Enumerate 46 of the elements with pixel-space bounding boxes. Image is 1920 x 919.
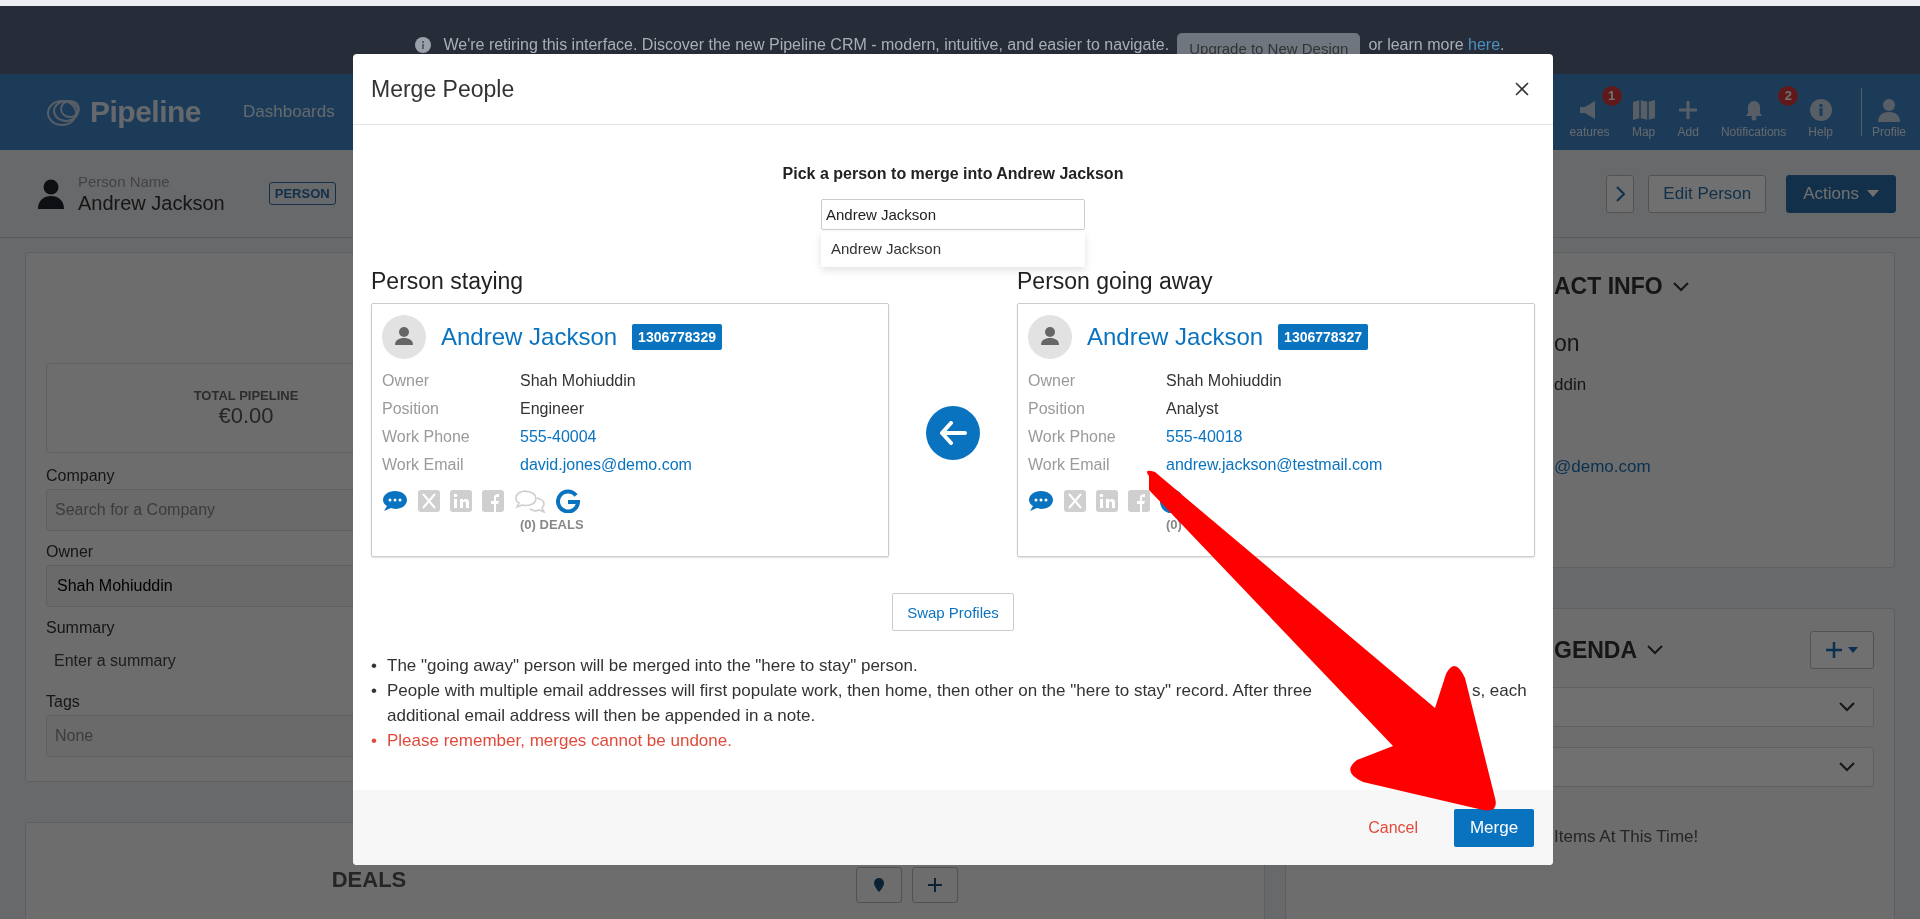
note-text: s, each [1471,680,1527,702]
learn-more-text: or learn more here. [1368,36,1505,54]
field-label: Owner [382,372,431,390]
column-heading: Person going away [1017,268,1214,295]
bullet: • [371,655,378,677]
warning-text: Please remember, merges cannot be undone. [387,730,732,752]
section-title: GENDA [1554,636,1638,664]
field-label: Work Phone [382,428,471,446]
section-title: ACT INFO [1554,273,1663,300]
field-label: Company [46,467,115,485]
note-text: People with multiple email addresses will first populate work, then home, then other on the "here to stay" record. After three [387,680,1312,702]
count-badge: 2 [1778,85,1799,106]
field-label: Work Email [382,456,465,474]
empty-text: Items At This Time! [1554,827,1700,847]
field-label: Work Phone [1028,428,1117,446]
logo-text: Pipeline [90,95,202,129]
prompt-text: Pick a person to merge into Andrew Jackson [782,165,1124,183]
notice-text: We're retiring this interface. Discover the new Pipeline CRM - modern, intuitive, and easier to navigate. [443,36,1170,54]
field-value: Shah Mohiuddin [520,372,636,390]
field-label: Position [1028,400,1086,418]
field-value: Analyst [1166,400,1219,418]
note-text: The "going away" person will be merged into the "here to stay" person. [387,655,918,677]
count-badge: 1 [1601,85,1622,106]
column-heading: Person staying [371,268,525,295]
bullet: • [371,730,378,752]
type-tag: PERSON [268,182,336,205]
person-name: Andrew Jackson [78,191,225,215]
field-label: Owner [1028,372,1077,390]
field-label: Position [382,400,440,418]
section-title: DEALS [331,867,407,893]
total-value: €0.00 [218,402,274,429]
field-value: Engineer [520,400,585,418]
contact-text: on [1554,330,1581,357]
id-badge: 1306778329 [632,324,722,350]
deals-count: (0) DEALS [520,517,585,532]
field-label: Summary [46,619,115,637]
field-label: Owner [46,543,94,561]
dialog-title: Merge People [371,75,515,103]
deals-count: (0) [1166,517,1183,532]
total-label: TOTAL PIPELINE [193,387,299,403]
field-label: Tags [46,693,80,711]
field-value: Shah Mohiuddin [1166,372,1282,390]
contact-text: ddin [1554,375,1588,395]
bullet: • [371,680,378,702]
id-badge: 1306778327 [1278,324,1368,350]
field-label: Work Email [1028,456,1111,474]
